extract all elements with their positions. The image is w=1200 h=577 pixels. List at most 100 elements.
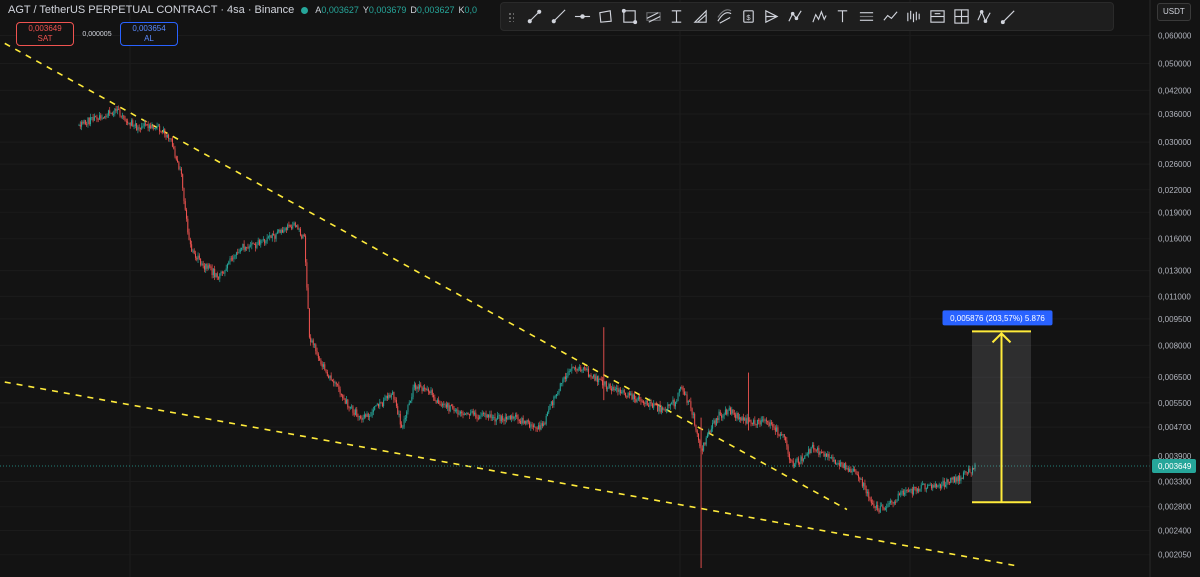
horizontal-line-tool-button[interactable]	[570, 6, 594, 28]
candle-body	[292, 225, 294, 229]
candle-body	[870, 499, 872, 504]
currency-selector[interactable]: USDT	[1157, 3, 1191, 21]
candle-body	[445, 404, 447, 408]
long-short-tool-button[interactable]	[926, 6, 950, 28]
candle-body	[145, 123, 147, 125]
fib-grid-tool-button[interactable]	[949, 6, 973, 28]
rectangle-tool-button[interactable]	[594, 6, 618, 28]
forecast-tool-button[interactable]	[760, 6, 784, 28]
buy-button[interactable]: 0,003654 AL	[120, 22, 178, 46]
candle-body	[669, 404, 671, 407]
candle-body	[125, 121, 127, 123]
candle-body	[413, 384, 415, 388]
candle-body	[950, 477, 952, 483]
zigzag-tool-button[interactable]	[784, 6, 808, 28]
candle-body	[680, 386, 682, 390]
trend-line-tool-button[interactable]	[523, 6, 547, 28]
candle-body	[78, 124, 80, 126]
candle-body	[878, 510, 880, 513]
candle-body	[415, 384, 417, 390]
candle-body	[499, 414, 501, 422]
candle-body	[238, 252, 240, 253]
candle-body	[362, 417, 364, 420]
candle-body	[623, 390, 625, 393]
candle-body	[612, 386, 614, 391]
ohlc-values: A0,003627 Y0,003679 D0,003627 K0,0	[315, 5, 477, 15]
candle-body	[929, 484, 931, 486]
drag-handle-icon[interactable]	[505, 11, 517, 23]
candle-body	[954, 477, 956, 483]
trendline-upper[interactable]	[4, 42, 848, 511]
candle-body	[723, 414, 725, 416]
ray-line-tool-button[interactable]	[547, 6, 571, 28]
candle-body	[787, 446, 789, 454]
candle-body	[709, 431, 711, 433]
candle-body	[631, 393, 633, 400]
candle-body	[570, 370, 572, 372]
price-label-tool-button[interactable]: $	[736, 6, 760, 28]
trendline-lower[interactable]	[4, 381, 1020, 568]
candle-body	[351, 406, 353, 408]
candle-body	[765, 419, 767, 422]
ray-line-icon	[551, 9, 566, 24]
candle-body	[886, 507, 888, 509]
curve-icon	[717, 9, 732, 24]
candle-body	[522, 418, 524, 424]
sell-button[interactable]: 0,003649 SAT	[16, 22, 74, 46]
box-tool-button[interactable]	[618, 6, 642, 28]
candle-body	[660, 407, 662, 412]
candle-body	[457, 409, 459, 415]
price-tick-label: 0,013000	[1158, 267, 1192, 276]
brush-tool-button[interactable]	[997, 6, 1021, 28]
candle-body	[476, 417, 478, 419]
candle-body	[87, 117, 89, 125]
candle-body	[746, 417, 748, 424]
candle-body	[422, 387, 424, 392]
candle-body	[233, 256, 235, 259]
candle-body	[608, 384, 610, 389]
text-tool-button[interactable]	[831, 6, 855, 28]
candle-body	[712, 423, 714, 429]
candle-body	[205, 263, 207, 270]
candle-body	[838, 462, 840, 467]
candle-body	[696, 430, 698, 434]
candle-body	[791, 460, 793, 462]
candle-body	[802, 459, 804, 461]
candle-body	[914, 487, 916, 488]
candle-body	[302, 234, 304, 239]
xabcd-tool-button[interactable]	[973, 6, 997, 28]
curve-tool-button[interactable]	[713, 6, 737, 28]
candle-body	[314, 344, 316, 346]
candle-body	[425, 388, 427, 390]
price-chart[interactable]: 0,005876 (203,57%) 5.876 0,060000 0,05000…	[0, 0, 1200, 577]
candle-body	[728, 407, 730, 410]
candle-body	[594, 374, 596, 381]
candle-body	[219, 273, 221, 279]
candle-body	[130, 120, 132, 126]
pattern-tool-button[interactable]	[807, 6, 831, 28]
candle-body	[840, 462, 842, 467]
vertical-line-tool-button[interactable]	[665, 6, 689, 28]
pattern-icon	[811, 10, 827, 23]
range-tool-button[interactable]	[855, 6, 879, 28]
parallel-channel-icon	[646, 12, 661, 23]
candle-body	[404, 417, 406, 420]
path-tool-button[interactable]	[878, 6, 902, 28]
bars-pattern-tool-button[interactable]	[902, 6, 926, 28]
parallel-channel-tool-button[interactable]	[641, 6, 665, 28]
candle-body	[340, 393, 342, 396]
candle-body	[873, 503, 875, 507]
candle-body	[726, 409, 728, 415]
triangle-tool-button[interactable]	[689, 6, 713, 28]
candle-body	[290, 227, 292, 229]
candle-body	[239, 249, 241, 253]
symbol-title[interactable]: AGT / TetherUS PERPETUAL CONTRACT · 4sa …	[8, 4, 294, 16]
candle-body	[928, 485, 930, 486]
candle-body	[97, 119, 99, 120]
candle-body	[578, 367, 580, 369]
candle-body	[536, 428, 538, 430]
candle-body	[625, 392, 627, 397]
candle-body	[832, 457, 834, 462]
candle-body	[310, 337, 312, 343]
candle-body	[808, 449, 810, 454]
